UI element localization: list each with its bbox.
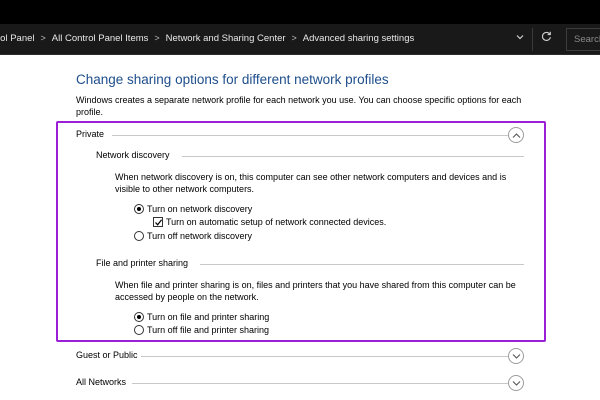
expand-chevron-down-icon[interactable] [508,348,524,364]
page-title: Change sharing options for different net… [76,72,389,87]
breadcrumb-network-sharing-center[interactable]: Network and Sharing Center [166,33,286,44]
radio-unselected-icon[interactable] [134,231,144,241]
file-printer-sharing-title: File and printer sharing [96,258,189,268]
radio-unselected-icon[interactable] [134,325,144,335]
radio-label: Turn on network discovery [147,204,253,214]
breadcrumb-separator-icon[interactable]: > [292,33,297,43]
expand-chevron-down-icon[interactable] [508,375,524,391]
radio-turn-off-network-discovery[interactable]: Turn off network discovery [134,230,314,242]
breadcrumb-separator-icon[interactable]: > [41,33,46,43]
divider [182,156,524,157]
radio-label: Turn off file and printer sharing [147,325,270,335]
breadcrumb-separator-icon[interactable]: > [154,33,159,43]
window-top-strip [0,0,600,24]
radio-selected-icon[interactable] [134,312,144,322]
divider [141,356,508,357]
checkbox-checked-icon[interactable] [153,217,163,227]
profile-header-guest-public[interactable]: Guest or Public [76,350,138,360]
address-bar[interactable]: rol Panel > All Control Panel Items > Networ… [0,24,600,55]
breadcrumb-all-items[interactable]: All Control Panel Items [52,33,149,44]
breadcrumb-advanced-sharing[interactable]: Advanced sharing settings [303,33,414,44]
radio-selected-icon[interactable] [134,204,144,214]
divider [200,264,524,265]
radio-turn-on-network-discovery[interactable]: Turn on network discovery [134,203,314,215]
chevron-down-icon[interactable] [510,30,530,49]
divider [112,135,508,136]
network-discovery-title: Network discovery [96,150,170,160]
address-divider [532,28,533,51]
breadcrumb: rol Panel > All Control Panel Items > Networ… [0,33,414,47]
radio-turn-off-file-printer-sharing[interactable]: Turn off file and printer sharing [134,324,314,336]
checkbox-label: Turn on automatic setup of network conne… [166,217,387,227]
radio-turn-on-file-printer-sharing[interactable]: Turn on file and printer sharing [134,311,314,323]
radio-label: Turn off network discovery [147,231,253,241]
divider [132,383,508,384]
checkbox-auto-setup[interactable]: Turn on automatic setup of network conne… [153,216,413,228]
refresh-icon[interactable] [536,30,556,49]
breadcrumb-control-panel[interactable]: rol Panel [0,33,35,44]
page-intro: Windows creates a separate network profi… [76,95,522,117]
profile-header-private[interactable]: Private [76,129,104,139]
radio-label: Turn on file and printer sharing [147,312,270,322]
search-input[interactable]: Search [566,28,600,51]
profile-header-all-networks[interactable]: All Networks [76,377,126,387]
collapse-chevron-up-icon[interactable] [508,127,524,143]
file-printer-sharing-description: When file and printer sharing is on, fil… [115,280,516,302]
network-discovery-description: When network discovery is on, this compu… [115,172,507,194]
